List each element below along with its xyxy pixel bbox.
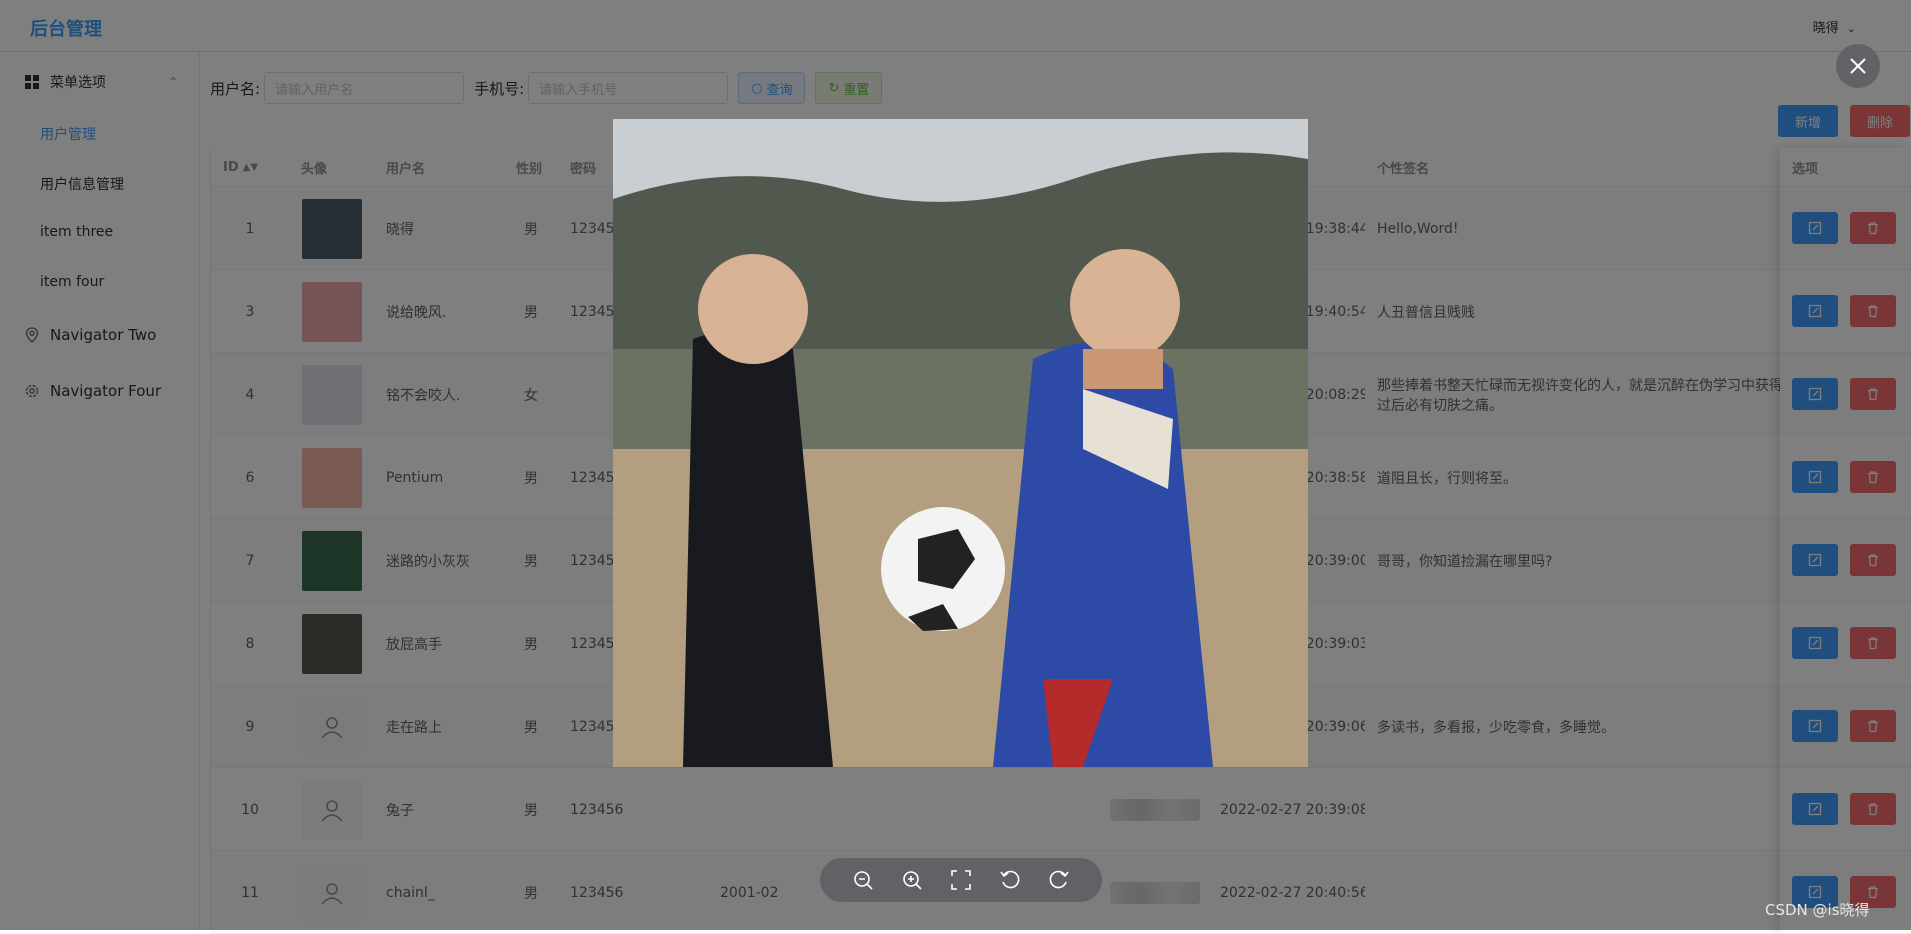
close-viewer-button[interactable] [1836,44,1880,88]
close-icon [1850,58,1866,74]
viewer-toolbar [820,858,1102,902]
zoom-in-icon[interactable] [900,868,924,892]
fullscreen-icon[interactable] [949,868,973,892]
rotate-left-icon[interactable] [998,868,1022,892]
watermark: CSDN @is晓得 [1765,901,1870,919]
preview-image [613,119,1308,767]
rotate-right-icon[interactable] [1047,868,1071,892]
zoom-out-icon[interactable] [851,868,875,892]
